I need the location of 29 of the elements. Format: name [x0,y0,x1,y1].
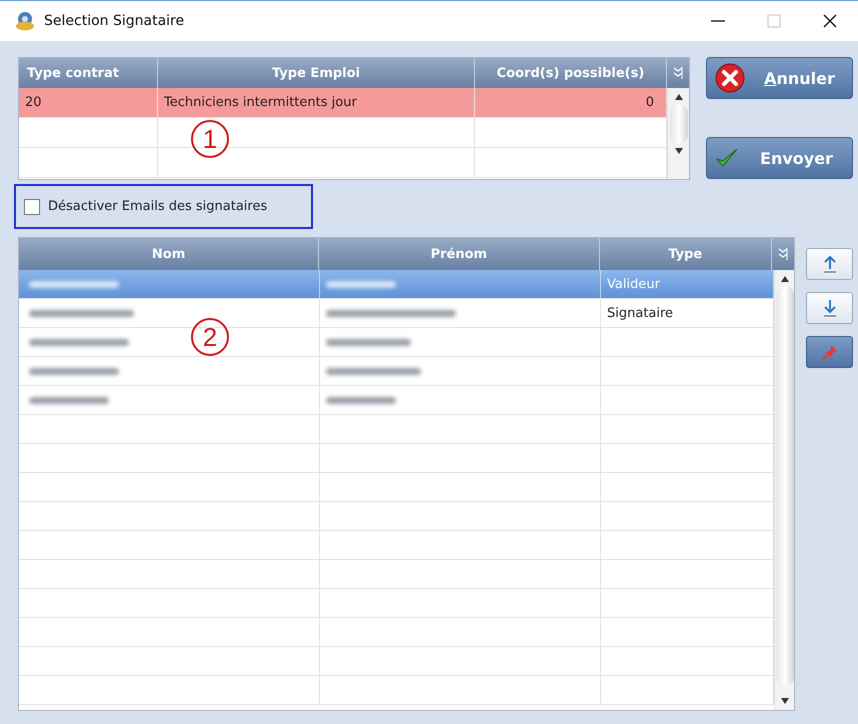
annotation-number: 2 [191,318,229,356]
send-button[interactable]: Envoyer [706,137,853,179]
scroll-down-icon[interactable] [780,698,788,704]
pin-icon [820,343,838,361]
close-icon [715,63,745,93]
blurred-name [326,280,396,288]
scrollbar[interactable] [667,88,689,179]
scroll-up-icon[interactable] [674,94,682,100]
window-title: Selection Signataire [44,13,184,29]
scroll-down-icon[interactable] [674,148,682,154]
table-cell: Techniciens intermittents jour [158,88,475,117]
blurred-name [326,396,396,404]
app-icon [14,11,36,31]
table-cell: 20 [19,88,158,117]
move-down-button[interactable] [806,292,853,324]
close-icon [822,13,838,29]
maximize-icon [766,13,782,29]
move-up-button[interactable] [806,248,853,280]
minimize-icon [710,20,726,22]
arrow-down-icon [822,298,838,318]
cancel-button[interactable]: Annuler [706,57,853,99]
annotation-number: 1 [191,120,229,158]
check-icon [715,147,739,169]
arrow-up-icon [822,254,838,274]
pin-button[interactable] [806,336,853,368]
table-cell: Signataire [607,306,674,320]
scroll-up-icon[interactable] [780,276,788,282]
scrollbar[interactable] [774,270,794,710]
table-cell: Valideur [607,276,660,292]
